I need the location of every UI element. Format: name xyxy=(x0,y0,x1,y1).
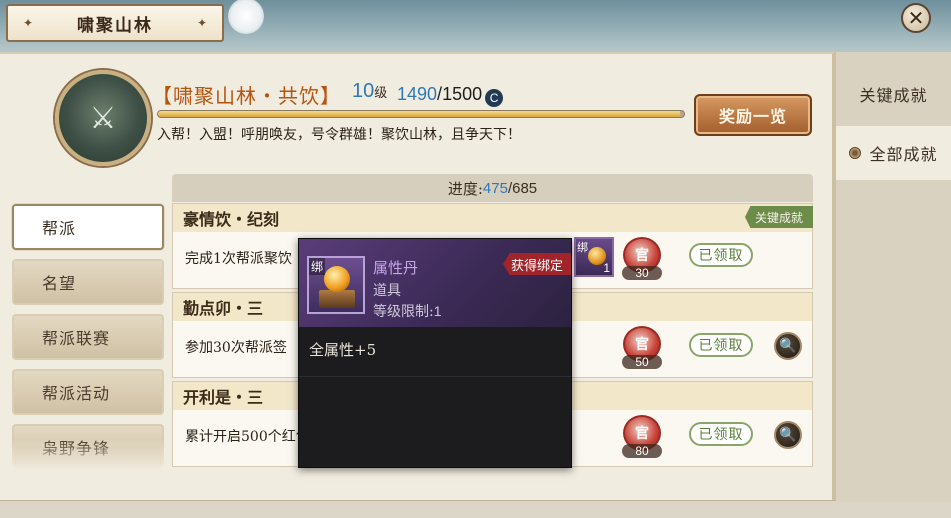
selected-dot-icon xyxy=(849,147,862,159)
claimed-button[interactable]: 已领取 xyxy=(689,422,753,446)
guild-exp: 1490/1500 C xyxy=(397,84,504,107)
claimed-button[interactable]: 已领取 xyxy=(689,243,753,267)
ornament-left-icon: ✦ xyxy=(22,16,34,30)
guild-level-unit: 级 xyxy=(374,86,388,101)
token-count: 30 xyxy=(622,266,662,280)
tooltip-header: 绑 属性丹 道具 等级限制:1 获得绑定 xyxy=(299,239,571,327)
attribute-pill-icon xyxy=(324,266,350,292)
item-tooltip: 绑 属性丹 道具 等级限制:1 获得绑定 全属性+5 xyxy=(298,238,572,468)
nav-item-guild[interactable]: 帮派 xyxy=(12,204,164,250)
achievement-desc: 累计开启500个红包 xyxy=(185,429,310,445)
key-achievement-tag: 关键成就 xyxy=(745,206,813,228)
bind-mark: 绑 xyxy=(577,241,588,254)
bind-on-acquire-tag: 获得绑定 xyxy=(503,253,571,275)
close-button[interactable]: ✕ xyxy=(901,3,931,33)
item-count: 1 xyxy=(603,261,610,275)
progress-total: 685 xyxy=(512,179,538,197)
nav-item-prestige[interactable]: 名望 xyxy=(12,259,164,305)
guild-name: 【啸聚山林・共饮】 xyxy=(152,84,341,108)
window-title-tab: ✦ 啸聚山林 ✦ xyxy=(6,4,224,42)
search-icon[interactable]: 🔍 xyxy=(774,332,802,360)
token-count: 80 xyxy=(622,444,662,458)
guild-emblem-icon: ⚔ xyxy=(89,100,117,136)
tooltip-attribute: 全属性+5 xyxy=(309,341,377,359)
guild-level-value: 10 xyxy=(352,80,375,102)
guild-exp-current: 1490 xyxy=(397,84,438,104)
tooltip-item-icon: 绑 xyxy=(307,256,365,314)
tab-all-achievements-label: 全部成就 xyxy=(869,145,938,164)
tooltip-divider xyxy=(299,376,571,377)
tooltip-level-limit: 等级限制:1 xyxy=(373,301,442,321)
tooltip-item-name: 属性丹 xyxy=(373,259,419,277)
window-title: 啸聚山林 xyxy=(77,15,153,36)
achievement-desc: 参加30次帮派签 xyxy=(185,340,287,356)
guild-exp-max: 1500 xyxy=(442,84,483,104)
claimed-button[interactable]: 已领取 xyxy=(689,333,753,357)
bottom-bar xyxy=(0,500,951,518)
nav-item-guild-activity[interactable]: 帮派活动 xyxy=(12,369,164,415)
achievement-title: 豪情饮・纪刻 xyxy=(173,204,812,232)
token-count: 50 xyxy=(622,355,662,369)
close-icon: ✕ xyxy=(907,6,925,30)
reward-item-slot[interactable]: 绑 1 xyxy=(574,237,614,277)
tab-key-achievements[interactable]: 关键成就 xyxy=(836,66,951,122)
nav-scroll-fade xyxy=(8,440,168,470)
achievement-tabs: 关键成就 全部成就 xyxy=(836,52,951,502)
currency-icon: C xyxy=(485,89,504,107)
progress-current: 475 xyxy=(482,179,508,197)
tooltip-level-label: 等级限制: xyxy=(373,304,434,320)
guild-exp-bar-fill xyxy=(158,111,681,117)
pill-stand-icon xyxy=(319,290,355,308)
achievement-progress: 进度: 475/685 xyxy=(172,174,813,202)
search-icon[interactable]: 🔍 xyxy=(774,421,802,449)
tab-all-achievements[interactable]: 全部成就 xyxy=(836,126,951,180)
ornament-right-icon: ✦ xyxy=(196,16,208,30)
guild-emblem: ⚔ xyxy=(55,70,151,166)
achievement-desc: 完成1次帮派聚饮 xyxy=(185,251,292,267)
tooltip-item-type: 道具 xyxy=(373,283,401,299)
nav-item-guild-league[interactable]: 帮派联赛 xyxy=(12,314,164,360)
guild-motto: 入帮！入盟！呼朋唤友，号令群雄！聚饮山林，且争天下！ xyxy=(157,127,521,143)
reward-overview-button[interactable]: 奖励一览 xyxy=(694,94,812,136)
guild-level: 10级 xyxy=(352,80,387,103)
progress-label: 进度: xyxy=(447,179,483,198)
tooltip-bind-mark: 绑 xyxy=(309,258,326,275)
guild-exp-bar xyxy=(157,110,685,118)
tooltip-level-value: 1 xyxy=(433,303,442,319)
